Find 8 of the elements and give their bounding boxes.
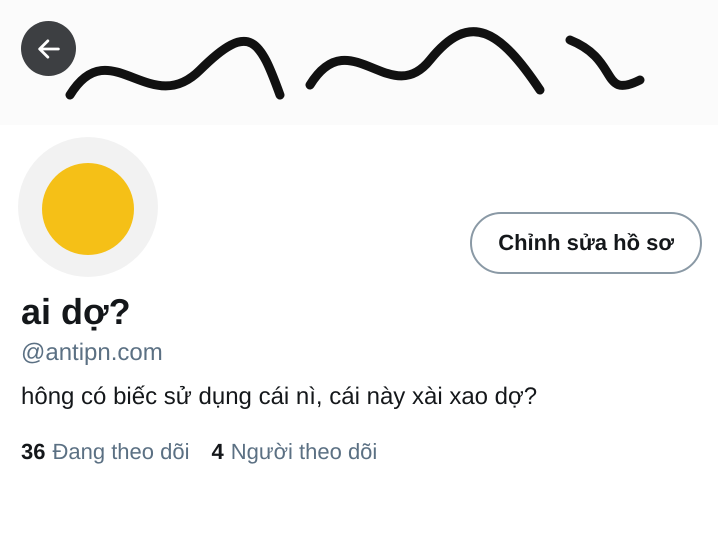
profile-handle: @antipn.com [21, 339, 164, 367]
edit-profile-button[interactable]: Chỉnh sửa hồ sơ [470, 212, 702, 274]
profile-bio: hông có biếc sử dụng cái nì, cái này xài xao dợ? [21, 383, 538, 411]
stat-count: 4 [211, 439, 224, 465]
stat-label[interactable]: Người theo dõi [230, 439, 378, 465]
stat-count: 36 [21, 439, 46, 465]
stat-label[interactable]: Đang theo dõi [52, 439, 190, 465]
profile-name: ai dợ? [21, 291, 132, 333]
